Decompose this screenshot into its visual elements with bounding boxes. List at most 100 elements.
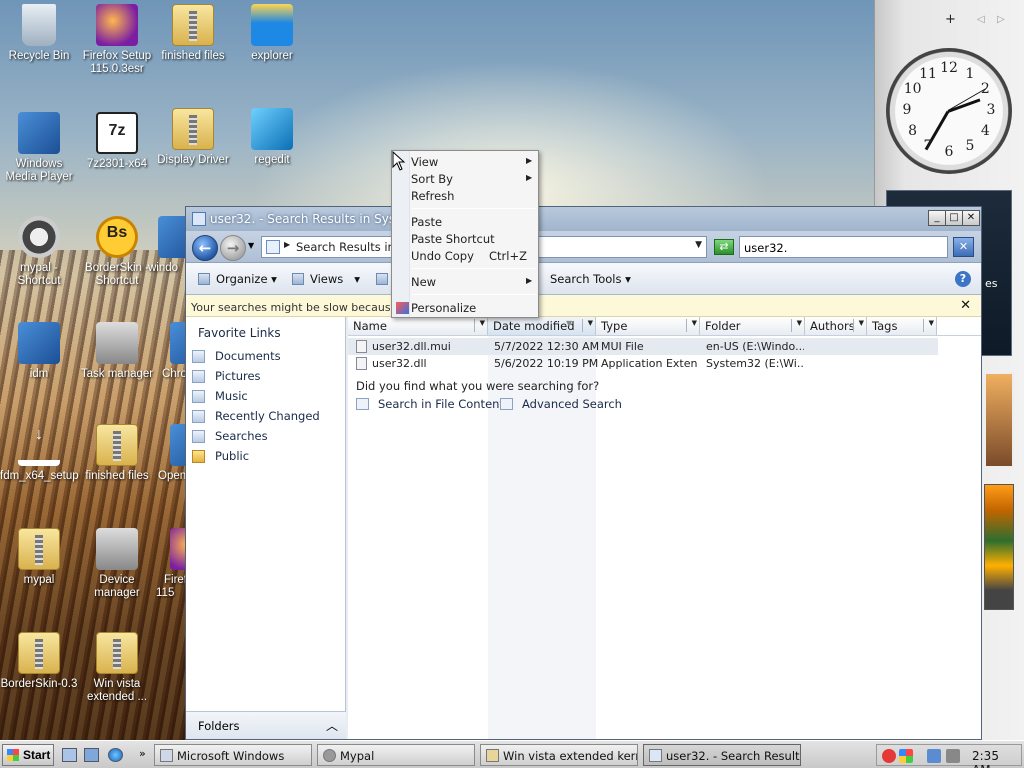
menu-item-sort-by[interactable]: Sort By ▶ xyxy=(411,172,532,186)
nav-item-searches[interactable]: Searches xyxy=(192,429,268,443)
menu-item-personalize[interactable]: Personalize xyxy=(411,301,476,315)
desktop-icon-task-manager[interactable]: Task manager xyxy=(78,322,156,381)
previous-page-icon[interactable]: ◁ xyxy=(977,14,985,25)
advanced-search-link[interactable]: Advanced Search xyxy=(500,397,622,411)
slow-search-infobar[interactable]: Your searches might be slow because the … xyxy=(186,295,981,317)
column-filter-icon[interactable]: ▼ xyxy=(791,319,802,332)
column-filter-icon[interactable]: ▼ xyxy=(686,319,697,332)
menu-item-paste-shortcut[interactable]: Paste Shortcut xyxy=(411,232,495,246)
folders-toggle[interactable]: Folders ︿ xyxy=(186,711,346,739)
desktop-icon-windo[interactable]: windo xyxy=(148,216,186,275)
window-titlebar[interactable]: user32. - Search Results in System32 _ □… xyxy=(186,207,981,231)
security-alert-icon[interactable] xyxy=(882,749,896,763)
back-button[interactable]: ← xyxy=(192,235,218,261)
menu-item-paste[interactable]: Paste xyxy=(411,215,442,229)
searches-icon xyxy=(192,430,205,443)
taskbar-button-win-vista-extended[interactable]: Win vista extended kernel... xyxy=(480,744,638,766)
menu-item-view[interactable]: View ▶ xyxy=(411,155,532,169)
desktop-icon-borderskin[interactable]: BorderSkin-0.3 xyxy=(0,632,78,691)
task-manager-icon xyxy=(96,322,138,364)
maximize-button[interactable]: □ xyxy=(945,210,963,226)
clock-gadget[interactable]: 12 1 2 3 4 5 6 7 8 9 10 11 xyxy=(886,48,1012,174)
slideshow-gadget[interactable] xyxy=(984,372,1014,468)
address-dropdown-icon[interactable]: ▼ xyxy=(695,240,702,250)
column-header-tags[interactable]: Tags ▼ xyxy=(867,317,937,335)
desktop-icon-fdm-setup[interactable]: ↓ fdm_x64_setup xyxy=(0,424,79,483)
organize-button[interactable]: Organize ▾ xyxy=(198,272,277,286)
taskbar-button-search-results[interactable]: user32. - Search Results i... xyxy=(643,744,801,766)
clear-search-button[interactable]: ✕ xyxy=(953,237,974,257)
table-row[interactable]: user32.dll 5/6/2022 10:19 PM Application… xyxy=(348,355,948,372)
taskbar-button-microsoft-windows[interactable]: Microsoft Windows xyxy=(154,744,312,766)
search-in-file-contents-link[interactable]: Search in File Contents xyxy=(356,397,510,411)
desktop-icon-win-vista-extended[interactable]: Win vista extended ... xyxy=(78,632,156,704)
explorer-window[interactable]: user32. - Search Results in System32 _ □… xyxy=(185,206,982,740)
show-desktop-icon[interactable] xyxy=(62,748,77,762)
column-filter-icon[interactable]: ▼ xyxy=(582,319,593,332)
nav-item-public[interactable]: Public xyxy=(192,449,249,463)
column-header-type[interactable]: Type ▼ xyxy=(596,317,700,335)
taskbar-button-mypal[interactable]: Mypal xyxy=(317,744,475,766)
clock-time[interactable]: 2:35 AM xyxy=(972,749,1021,768)
close-button[interactable]: ✕ xyxy=(962,210,980,226)
network-icon[interactable] xyxy=(927,749,941,763)
forward-button[interactable]: → xyxy=(220,235,246,261)
column-header-folder[interactable]: Folder ▼ xyxy=(700,317,805,335)
start-button[interactable]: Start xyxy=(2,744,54,766)
menu-item-new[interactable]: New ▶ xyxy=(411,275,532,289)
nav-item-pictures[interactable]: Pictures xyxy=(192,369,261,383)
volume-muted-icon[interactable] xyxy=(946,749,960,763)
desktop-icon-open[interactable]: Open xyxy=(156,424,186,483)
nav-item-music[interactable]: Music xyxy=(192,389,248,403)
feed-gadget[interactable] xyxy=(984,484,1014,610)
column-filter-icon[interactable]: ▼ xyxy=(923,319,934,332)
nav-item-recently-changed[interactable]: Recently Changed xyxy=(192,409,320,423)
zip-folder-icon xyxy=(96,632,138,674)
column-header-date-modified[interactable]: Date modified ▼ ▼ xyxy=(488,317,596,335)
menu-item-undo-copy[interactable]: Undo Copy Ctrl+Z xyxy=(411,249,527,263)
desktop-icon-firefox-setup[interactable]: Firefox Setup 115.0.3esr xyxy=(78,4,156,76)
desktop-icon-firefox[interactable]: Firef 115 xyxy=(156,528,186,600)
desktop-icon-mypal-shortcut[interactable]: mypal - Shortcut xyxy=(0,216,78,288)
add-gadget-icon[interactable]: + xyxy=(945,12,956,27)
nav-item-documents[interactable]: Documents xyxy=(192,349,281,363)
desktop-icon-regedit[interactable]: regedit xyxy=(233,108,311,167)
desktop-icon-recycle-bin[interactable]: Recycle Bin xyxy=(0,4,78,63)
desktop-icon-finished-files[interactable]: finished files xyxy=(154,4,232,63)
breadcrumb-arrow-icon[interactable]: ▶ xyxy=(284,240,290,249)
views-button[interactable]: Views ▾ xyxy=(292,272,360,286)
column-filter-icon[interactable]: ▼ xyxy=(853,319,864,332)
search-input[interactable]: user32. xyxy=(739,236,948,258)
switch-windows-icon[interactable] xyxy=(84,748,99,762)
recent-pages-chevron-icon[interactable]: ▼ xyxy=(248,241,254,250)
help-icon[interactable]: ? xyxy=(955,271,971,287)
table-row[interactable]: user32.dll.mui 5/7/2022 12:30 AM MUI Fil… xyxy=(348,338,938,355)
close-infobar-icon[interactable]: ✕ xyxy=(960,298,971,313)
desktop-icon-mypal[interactable]: mypal xyxy=(0,528,78,587)
column-header-name[interactable]: Name ▼ xyxy=(348,317,488,335)
quick-launch-overflow-icon[interactable]: » xyxy=(139,747,146,760)
search-window-icon xyxy=(649,749,662,762)
desktop-icon-7zip[interactable]: 7z 7z2301-x64 xyxy=(78,112,156,171)
desktop-icon-device-manager[interactable]: Device manager xyxy=(78,528,156,600)
desktop-icon-chro[interactable]: Chro xyxy=(156,322,186,381)
internet-explorer-icon[interactable] xyxy=(108,748,123,762)
desktop-icon-borderskin-shortcut[interactable]: Bs BorderSkin - Shortcut xyxy=(78,216,156,288)
explorer-body: Favorite Links Documents Pictures Music … xyxy=(186,317,981,739)
column-filter-icon[interactable]: ▼ xyxy=(474,319,485,332)
desktop-icon-idm[interactable]: idm xyxy=(0,322,78,381)
dll-file-icon xyxy=(356,357,367,370)
desktop-icon-display-driver[interactable]: Display Driver xyxy=(154,108,232,167)
minimize-button[interactable]: _ xyxy=(928,210,946,226)
refresh-icon[interactable]: ⇄ xyxy=(714,239,734,255)
column-header-authors[interactable]: Authors ▼ xyxy=(805,317,867,335)
next-page-icon[interactable]: ▷ xyxy=(997,14,1005,25)
zip-folder-icon xyxy=(172,108,214,150)
desktop-icon-explorer[interactable]: explorer xyxy=(233,4,311,63)
search-tools-button[interactable]: Search Tools ▾ xyxy=(550,272,631,286)
windows-security-icon[interactable] xyxy=(899,749,913,763)
menu-gutter xyxy=(392,151,410,317)
desktop-icon-windows-media-player[interactable]: Windows Media Player xyxy=(0,112,78,184)
desktop-icon-finished-files-2[interactable]: finished files xyxy=(78,424,156,483)
menu-item-refresh[interactable]: Refresh xyxy=(411,189,454,203)
